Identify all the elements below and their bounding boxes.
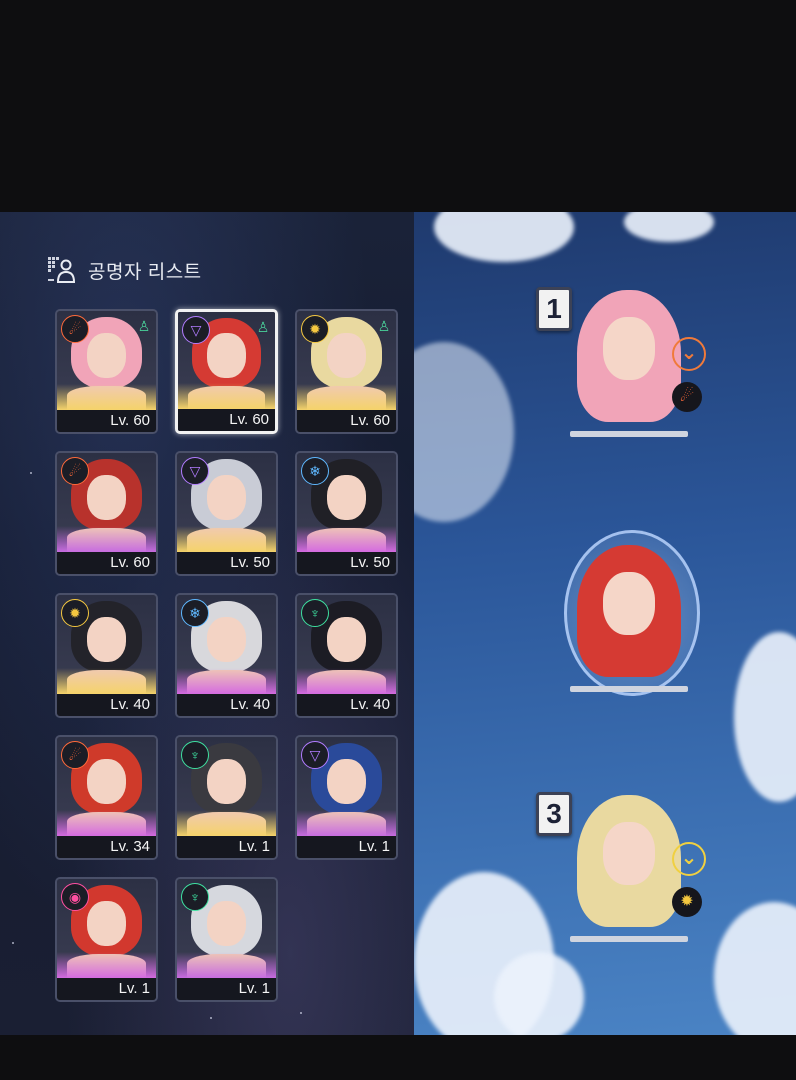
resonator-card[interactable]: ✹ Lv. 60 ♙ [295, 309, 398, 434]
fire-icon: ☄ [672, 382, 702, 412]
level-label: Lv. 34 [57, 836, 156, 858]
resonator-card[interactable]: ❄ Lv. 40 [175, 593, 278, 718]
resonator-card[interactable]: ▽ Lv. 50 [175, 451, 278, 576]
chaos-icon: ◉ [61, 883, 89, 911]
rarity-glow [178, 383, 275, 409]
resonator-card[interactable]: ☄ Lv. 34 [55, 735, 158, 860]
level-label: Lv. 1 [297, 836, 396, 858]
rarity-glow [177, 810, 276, 836]
resonator-card[interactable]: ♆ Lv. 1 [175, 877, 278, 1002]
slot-number-badge: 3 [536, 792, 572, 836]
resonator-card[interactable]: ☄ Lv. 60 ♙ [55, 309, 158, 434]
rarity-glow [57, 810, 156, 836]
resonator-list-icon [46, 255, 76, 285]
rarity-glow [177, 526, 276, 552]
bottom-letterbox [0, 1035, 796, 1080]
resonator-grid: ☄ Lv. 60 ♙ ▽ Lv. 60 ♙ ✹ Lv. 60 ♙ ☄ Lv. 60 ▽ Lv. 50 ❄ L… [55, 309, 398, 1002]
rarity-glow [177, 668, 276, 694]
ice-icon: ❄ [181, 599, 209, 627]
resonator-card[interactable]: ❄ Lv. 50 [295, 451, 398, 576]
light-icon: ✹ [301, 315, 329, 343]
resonator-card[interactable]: ☄ Lv. 60 [55, 451, 158, 576]
slot-number-badge: 1 [536, 287, 572, 331]
void-icon: ▽ [181, 457, 209, 485]
rarity-glow [297, 384, 396, 410]
role-icon: ♙ [377, 318, 391, 334]
rarity-glow [297, 526, 396, 552]
resonator-card[interactable]: ▽ Lv. 60 ♙ [175, 309, 278, 434]
level-label: Lv. 40 [57, 694, 156, 716]
resonator-card[interactable]: ◉ Lv. 1 [55, 877, 158, 1002]
resonator-card[interactable]: ▽ Lv. 1 [295, 735, 398, 860]
resonator-card[interactable]: ♆ Lv. 40 [295, 593, 398, 718]
role-icon: ♙ [137, 318, 151, 334]
list-header: 공명자 리스트 [46, 255, 202, 285]
light-icon: ✹ [61, 599, 89, 627]
rarity-glow [177, 952, 276, 978]
party-member-portrait[interactable] [570, 542, 688, 692]
chevron-down-icon: ⌄ [672, 337, 706, 371]
fire-icon: ☄ [61, 457, 89, 485]
wind-icon: ♆ [181, 741, 209, 769]
page-title: 공명자 리스트 [88, 261, 202, 283]
fire-icon: ☄ [61, 741, 89, 769]
level-label: Lv. 1 [57, 978, 156, 1000]
level-label: Lv. 1 [177, 836, 276, 858]
role-icon: ♙ [256, 319, 270, 335]
top-letterbox [0, 0, 796, 212]
rarity-glow [57, 384, 156, 410]
wind-icon: ♆ [181, 883, 209, 911]
level-label: Lv. 1 [177, 978, 276, 1000]
fire-icon: ☄ [61, 315, 89, 343]
rarity-glow [57, 668, 156, 694]
resonator-card[interactable]: ♆ Lv. 1 [175, 735, 278, 860]
level-label: Lv. 50 [177, 552, 276, 574]
resonator-card[interactable]: ✹ Lv. 40 [55, 593, 158, 718]
level-label: Lv. 60 [178, 409, 275, 431]
rarity-glow [57, 952, 156, 978]
chevron-down-icon: ⌄ [672, 842, 706, 876]
party-member-portrait[interactable] [570, 287, 688, 437]
void-icon: ▽ [301, 741, 329, 769]
level-label: Lv. 60 [297, 410, 396, 432]
party-formation-panel: 1 ⌄ ☄ 3 ⌄ ✹ [414, 212, 796, 1035]
resonator-list-panel: 공명자 리스트 ☄ Lv. 60 ♙ ▽ Lv. 60 ♙ ✹ Lv. 60 ♙ ☄ Lv. 60 ▽… [0, 212, 414, 1035]
rarity-glow [297, 810, 396, 836]
ice-icon: ❄ [301, 457, 329, 485]
level-label: Lv. 50 [297, 552, 396, 574]
level-label: Lv. 60 [57, 410, 156, 432]
level-label: Lv. 60 [57, 552, 156, 574]
party-member-portrait[interactable] [570, 792, 688, 942]
wind-icon: ♆ [301, 599, 329, 627]
level-label: Lv. 40 [177, 694, 276, 716]
light-icon: ✹ [672, 887, 702, 917]
void-icon: ▽ [182, 316, 210, 344]
rarity-glow [57, 526, 156, 552]
rarity-glow [297, 668, 396, 694]
level-label: Lv. 40 [297, 694, 396, 716]
